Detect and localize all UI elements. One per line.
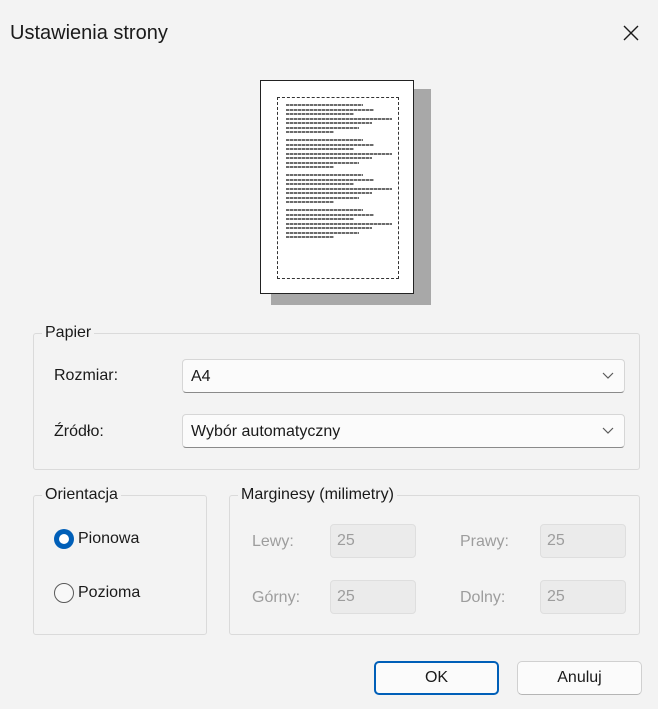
margin-top-field: 25 [330, 580, 416, 614]
margin-right-value: 25 [547, 532, 565, 549]
orientation-group-legend: Orientacja [42, 486, 121, 504]
preview-margin-outline [277, 97, 399, 279]
paper-size-value: A4 [191, 368, 211, 385]
margin-bottom-label: Dolny: [460, 589, 506, 606]
margin-left-value: 25 [337, 532, 355, 549]
preview-sample-text [286, 104, 396, 241]
margin-left-label: Lewy: [252, 533, 294, 550]
margin-left-field: 25 [330, 524, 416, 558]
portrait-label[interactable]: Pionowa [78, 530, 139, 548]
title-bar: Ustawienia strony [0, 0, 658, 68]
landscape-label[interactable]: Pozioma [78, 584, 140, 602]
landscape-radio[interactable] [54, 583, 74, 603]
cancel-button[interactable]: Anuluj [517, 661, 642, 695]
orientation-group: Orientacja [33, 486, 207, 635]
margin-top-label: Górny: [252, 589, 301, 606]
page-preview [260, 80, 414, 294]
close-button[interactable] [618, 14, 646, 50]
paper-group-legend: Papier [42, 324, 95, 342]
portrait-radio[interactable] [54, 529, 74, 549]
page-setup-dialog: Ustawienia strony Papier Rozmiar: A4 Źró… [0, 0, 658, 709]
margin-right-label: Prawy: [460, 533, 509, 550]
ok-button[interactable]: OK [374, 661, 499, 695]
dialog-title: Ustawienia strony [10, 22, 168, 44]
source-label: Źródło: [54, 423, 104, 440]
margins-group-legend: Marginesy (milimetry) [238, 486, 397, 504]
chevron-down-icon [602, 372, 614, 379]
size-label: Rozmiar: [54, 367, 119, 384]
margin-bottom-field: 25 [540, 580, 626, 614]
paper-source-value: Wybór automatyczny [191, 423, 341, 440]
paper-size-select[interactable]: A4 [182, 359, 625, 393]
close-icon [623, 25, 639, 41]
paper-source-select[interactable]: Wybór automatyczny [182, 414, 625, 448]
paper-group: Papier [33, 324, 640, 470]
margins-group: Marginesy (milimetry) [229, 486, 640, 635]
margin-top-value: 25 [337, 588, 355, 605]
margin-right-field: 25 [540, 524, 626, 558]
margin-bottom-value: 25 [547, 588, 565, 605]
chevron-down-icon [602, 427, 614, 434]
